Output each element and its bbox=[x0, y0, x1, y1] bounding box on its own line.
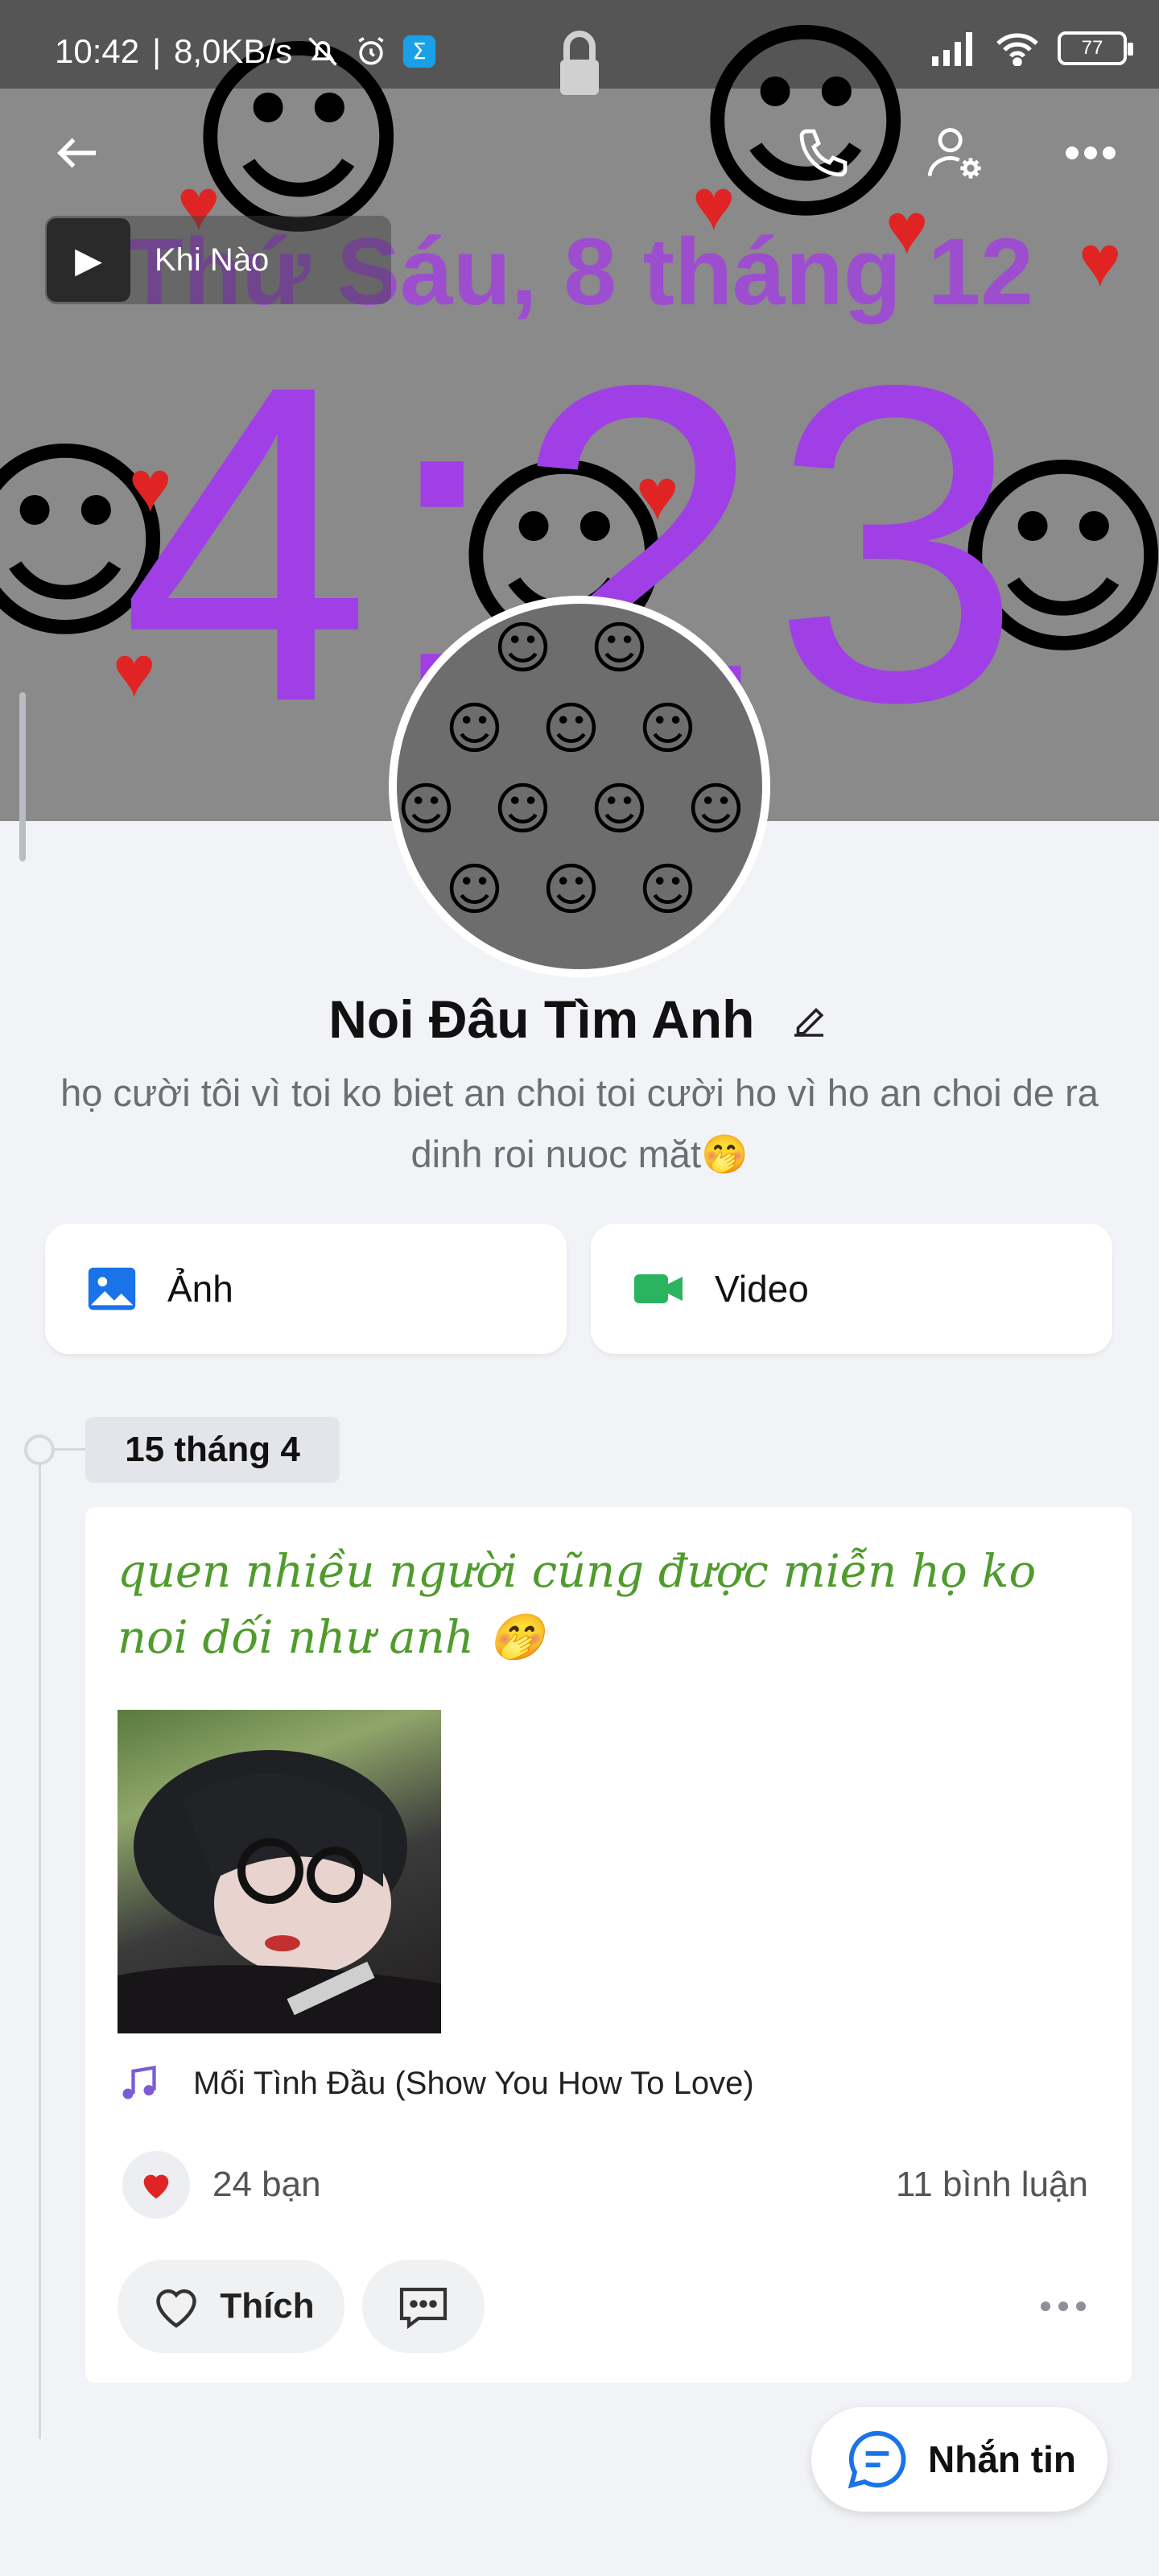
timeline-date: 15 tháng 4 bbox=[85, 1417, 340, 1483]
image-icon bbox=[88, 1267, 136, 1311]
dot bbox=[1041, 2301, 1050, 2311]
music-thumbnail: ▶ bbox=[47, 218, 130, 302]
scroll-indicator[interactable] bbox=[19, 692, 26, 861]
avatar-emoji: ☺ bbox=[542, 857, 600, 923]
wifi-icon bbox=[996, 33, 1038, 66]
svg-text:Σ: Σ bbox=[412, 39, 426, 64]
like-button[interactable]: Thích bbox=[118, 2260, 344, 2353]
battery-icon: 77 bbox=[1058, 31, 1133, 65]
avatar[interactable]: ☺ ☺ ☺ ☺ ☺ ☺ ☺ ☺ ☺ ☺ ☺ ☺ bbox=[389, 596, 770, 977]
profile-name-row: Noi Đâu Tìm Anh bbox=[0, 989, 1159, 1055]
dot bbox=[1058, 2301, 1068, 2311]
photos-button[interactable]: Ảnh bbox=[45, 1224, 567, 1354]
profile-bio: họ cười tôi vì toi ko biet an choi toi c… bbox=[60, 1071, 1099, 1175]
music-note-icon bbox=[122, 2065, 156, 2099]
reaction-heart-badge[interactable] bbox=[122, 2151, 190, 2219]
post-card[interactable]: quen nhiều người cũng được miễn họ ko no… bbox=[85, 1507, 1132, 2383]
signal-icon bbox=[932, 32, 972, 66]
user-gear-icon bbox=[927, 128, 981, 179]
pencil-icon bbox=[794, 1007, 824, 1037]
profile-settings-button[interactable] bbox=[919, 117, 992, 189]
avatar-emoji: ☺ bbox=[590, 776, 649, 842]
likes-count[interactable]: 24 bạn bbox=[212, 2165, 321, 2205]
photos-label: Ảnh bbox=[167, 1268, 233, 1310]
like-button-label: Thích bbox=[220, 2286, 315, 2326]
message-button[interactable]: Nhắn tin bbox=[811, 2407, 1107, 2512]
comments-count[interactable]: 11 bình luận bbox=[896, 2165, 1088, 2205]
arrow-left-icon bbox=[57, 138, 96, 168]
timeline-line bbox=[39, 1449, 41, 2439]
profile-music-pill[interactable]: ▶ Khi Nào bbox=[45, 216, 391, 304]
timeline-dot bbox=[24, 1435, 55, 1465]
avatar-emoji: ☺ bbox=[638, 696, 697, 762]
avatar-emoji: ☺ bbox=[445, 857, 504, 923]
post-reactions: 24 bạn 11 bình luận bbox=[122, 2151, 1088, 2219]
status-separator: | bbox=[152, 32, 162, 70]
profile-music-title: Khi Nào bbox=[155, 242, 270, 278]
more-horizontal-icon bbox=[1066, 147, 1116, 159]
network-speed: 8,0KB/s bbox=[174, 32, 293, 70]
video-button[interactable]: Video bbox=[591, 1224, 1112, 1354]
sigma-app-icon: Σ bbox=[402, 35, 436, 68]
post-song-title: Mối Tình Đầu (Show You How To Love) bbox=[193, 2065, 754, 2101]
heart-icon bbox=[143, 2174, 169, 2199]
post-photo[interactable] bbox=[118, 1710, 441, 2033]
video-camera-icon bbox=[634, 1274, 683, 1303]
avatar-emoji: ☺ bbox=[493, 776, 552, 842]
battery-level: 77 bbox=[1081, 37, 1103, 59]
comment-icon bbox=[399, 2287, 448, 2330]
avatar-emoji: ☺ bbox=[445, 696, 504, 762]
play-icon: ▶ bbox=[75, 240, 102, 280]
dot bbox=[1076, 2301, 1086, 2311]
profile-name: Noi Đâu Tìm Anh bbox=[328, 989, 755, 1049]
avatar-emoji: ☺ bbox=[493, 615, 552, 681]
profile-screen: ☺ ☺ ☺ ☺ ☺ ♥ ♥ ♥ ♥ ♥ ♥ ♥ Thứ Sáu, 8 tháng… bbox=[0, 0, 1159, 2576]
post-more-button[interactable] bbox=[1027, 2301, 1099, 2311]
timeline-connector bbox=[53, 1448, 85, 1451]
comment-button[interactable] bbox=[362, 2260, 485, 2353]
post-actions: Thích bbox=[118, 2260, 1099, 2353]
bell-off-icon bbox=[308, 37, 337, 66]
call-button[interactable] bbox=[787, 117, 860, 189]
more-button[interactable] bbox=[1054, 117, 1127, 189]
post-song[interactable]: Mối Tình Đầu (Show You How To Love) bbox=[118, 2062, 754, 2104]
edit-name-button[interactable] bbox=[787, 993, 831, 1055]
message-button-label: Nhắn tin bbox=[928, 2438, 1076, 2480]
phone-icon bbox=[799, 129, 848, 177]
status-right: 77 bbox=[930, 31, 1133, 66]
lock-icon bbox=[560, 31, 599, 95]
status-time: 10:42 bbox=[55, 32, 140, 70]
alarm-icon bbox=[358, 36, 384, 65]
chat-bubble-icon bbox=[848, 2430, 906, 2489]
video-label: Video bbox=[715, 1268, 809, 1310]
avatar-emoji: ☺ bbox=[638, 857, 697, 923]
post-text: quen nhiều người cũng được miễn họ ko no… bbox=[118, 1546, 1037, 1664]
avatar-emoji: ☺ bbox=[397, 776, 456, 842]
heart-outline-icon bbox=[156, 2289, 197, 2328]
post-photo-image bbox=[118, 1750, 441, 2033]
avatar-emoji: ☺ bbox=[542, 696, 600, 762]
avatar-emoji: ☺ bbox=[687, 776, 745, 842]
avatar-emoji: ☺ bbox=[590, 615, 649, 681]
back-button[interactable] bbox=[42, 117, 114, 189]
status-left: 10:42 | 8,0KB/s Σ bbox=[55, 32, 437, 71]
